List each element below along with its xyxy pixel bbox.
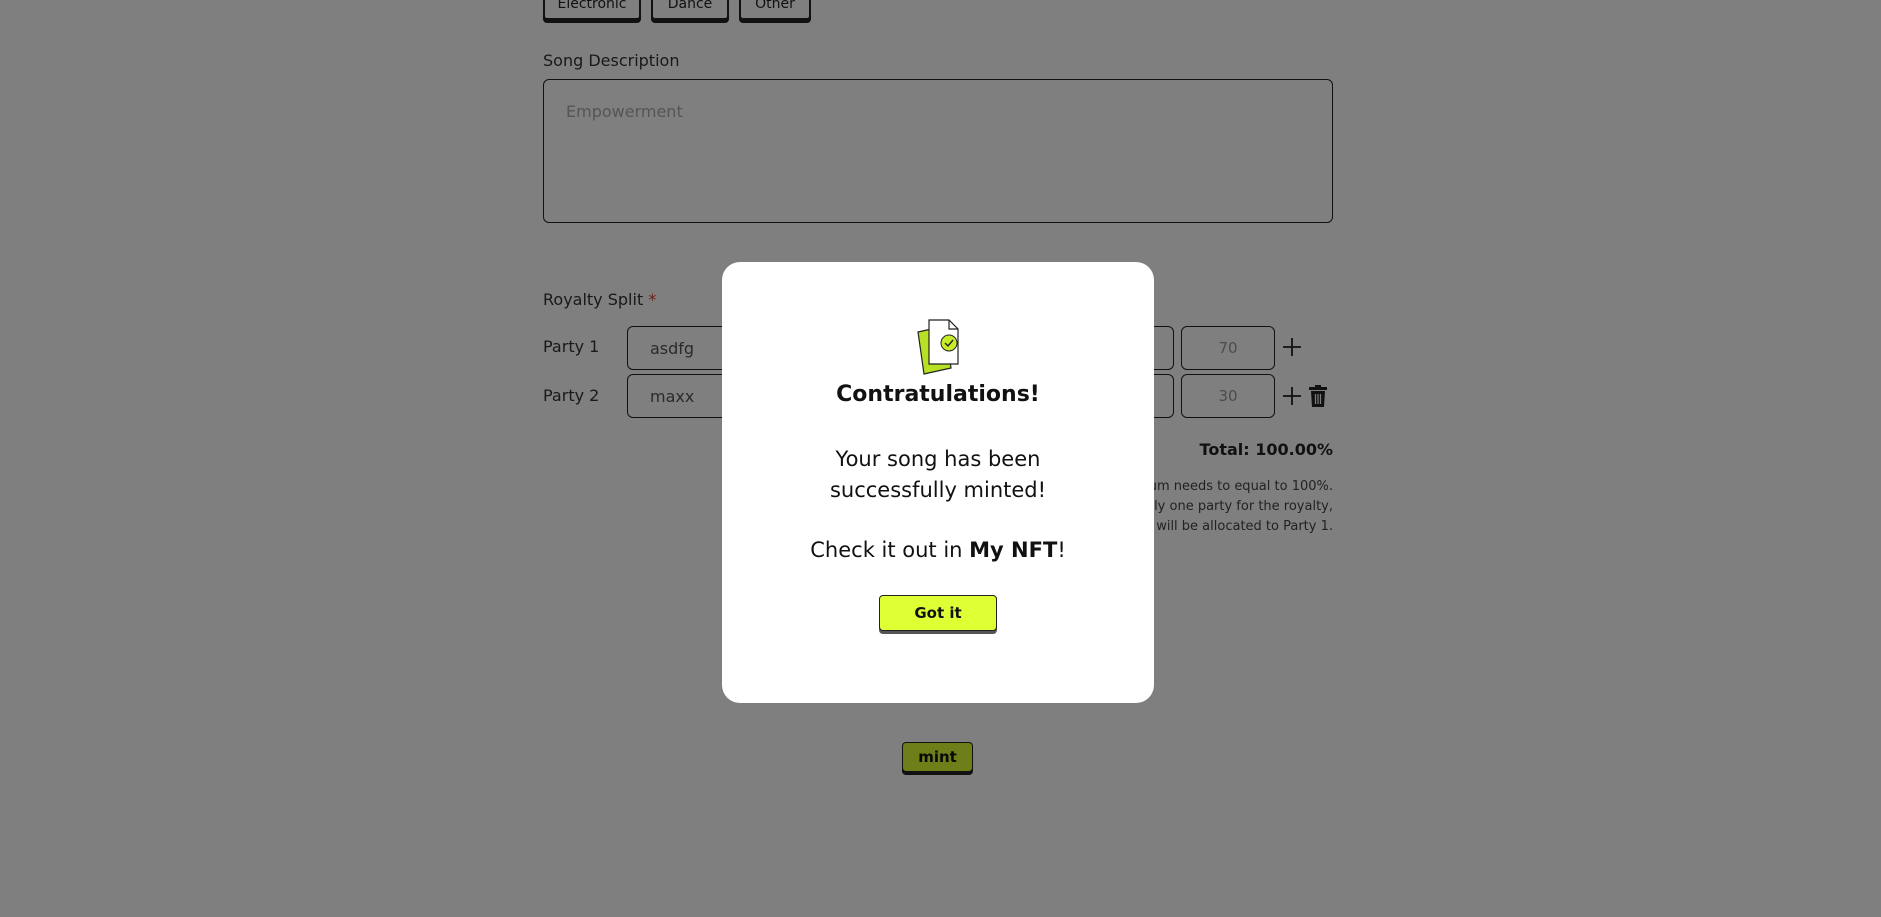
modal-title: Contratulations!	[836, 382, 1040, 407]
modal-check-prefix: Check it out in	[810, 538, 970, 562]
document-check-icon	[917, 319, 959, 375]
my-nft-link[interactable]: My NFT	[969, 538, 1057, 562]
modal-message: Your song has been successfully minted!	[829, 447, 1047, 502]
got-it-button[interactable]: Got it	[879, 595, 997, 631]
success-modal: Contratulations! Your song has been succ…	[722, 262, 1154, 703]
modal-check-suffix: !	[1057, 538, 1066, 562]
modal-check-text: Check it out in My NFT!	[722, 538, 1154, 562]
